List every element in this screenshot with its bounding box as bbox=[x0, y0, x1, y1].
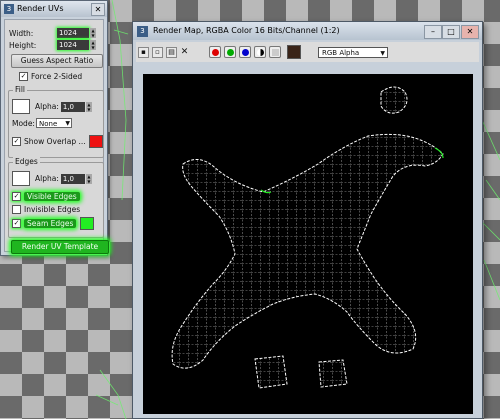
app-icon: 3 bbox=[137, 26, 148, 37]
force-two-sided-label: Force 2-Sided bbox=[31, 72, 83, 81]
edges-color-swatch[interactable] bbox=[12, 171, 30, 186]
fill-alpha-spinner[interactable]: ▲ ▼ bbox=[85, 101, 92, 112]
green-channel-icon bbox=[226, 48, 234, 56]
show-overlap-row: ✓ Show Overlap ... bbox=[12, 135, 103, 148]
mode-row: Mode: None ▼ bbox=[12, 118, 72, 128]
guess-aspect-ratio-button[interactable]: Guess Aspect Ratio bbox=[11, 54, 103, 68]
fill-alpha-label: Alpha: bbox=[35, 102, 59, 111]
seam-edges-checkbox[interactable]: ✓ bbox=[12, 219, 21, 228]
force-two-sided-row: ✓ Force 2-Sided bbox=[19, 72, 82, 81]
visible-edges-label: Visible Edges bbox=[24, 192, 80, 201]
render-map-titlebar[interactable]: 3 Render Map, RGBA Color 16 Bits/Channel… bbox=[133, 22, 482, 40]
minimize-icon[interactable]: – bbox=[424, 25, 442, 39]
width-row: Width: 1024 ▲ ▼ bbox=[9, 28, 96, 38]
height-input[interactable]: 1024 bbox=[57, 40, 89, 50]
uv-wireframe bbox=[171, 86, 444, 389]
edges-group-title: Edges bbox=[13, 157, 40, 166]
mode-select-value: None bbox=[39, 120, 58, 128]
show-overlap-checkbox[interactable]: ✓ bbox=[12, 137, 21, 146]
fill-alpha-input[interactable]: 1,0 bbox=[60, 101, 85, 112]
edges-alpha-label: Alpha: bbox=[35, 174, 59, 183]
fill-alpha-row: Alpha: 1,0 ▲ ▼ bbox=[12, 99, 92, 114]
fill-color-swatch[interactable] bbox=[12, 99, 30, 114]
invisible-edges-checkbox[interactable] bbox=[12, 205, 21, 214]
render-uvs-titlebar[interactable]: 3 Render UVs ✕ bbox=[1, 1, 107, 17]
render-uvs-panel: 3 Render UVs ✕ Width: 1024 ▲ ▼ Height: 10… bbox=[0, 0, 109, 256]
render-map-window: 3 Render Map, RGBA Color 16 Bits/Channel… bbox=[132, 21, 483, 419]
render-map-toolbar: ▪ ▫ ▤ ✕ RGB Alpha ▼ bbox=[136, 42, 479, 62]
uv-shell-hoof-right bbox=[318, 359, 348, 388]
red-channel-button[interactable] bbox=[209, 46, 221, 58]
height-spinner[interactable]: ▲ ▼ bbox=[90, 40, 96, 50]
green-channel-button[interactable] bbox=[224, 46, 236, 58]
print-icon[interactable]: ▤ bbox=[166, 46, 177, 58]
invisible-edges-row: Invisible Edges bbox=[12, 205, 80, 214]
render-uv-template-button[interactable]: Render UV Template bbox=[11, 240, 109, 254]
visible-edges-checkbox[interactable]: ✓ bbox=[12, 192, 21, 201]
seam-color-swatch[interactable] bbox=[80, 217, 95, 230]
width-label: Width: bbox=[9, 28, 34, 38]
alpha-channel-button[interactable] bbox=[254, 46, 266, 58]
app-icon: 3 bbox=[4, 4, 14, 14]
force-two-sided-checkbox[interactable]: ✓ bbox=[19, 72, 28, 81]
render-uvs-title: Render UVs bbox=[17, 4, 64, 13]
close-icon[interactable]: ✕ bbox=[91, 3, 105, 16]
fill-group: Fill Alpha: 1,0 ▲ ▼ Mode: None ▼ ✓ Show O… bbox=[8, 85, 104, 158]
chevron-down-icon: ▼ bbox=[65, 120, 70, 127]
height-row: Height: 1024 ▲ ▼ bbox=[9, 40, 96, 50]
blue-channel-button[interactable] bbox=[239, 46, 251, 58]
red-channel-icon bbox=[211, 48, 219, 56]
uv-shell-ear bbox=[380, 86, 408, 114]
uv-shell-hoof-left bbox=[254, 355, 288, 389]
edges-alpha-spinner[interactable]: ▲ ▼ bbox=[85, 173, 92, 184]
width-input[interactable]: 1024 bbox=[57, 28, 89, 38]
fill-group-title: Fill bbox=[13, 85, 28, 94]
chevron-down-icon: ▼ bbox=[380, 49, 385, 57]
edges-alpha-input[interactable]: 1,0 bbox=[60, 173, 85, 184]
channel-display-value: RGB Alpha bbox=[322, 48, 360, 57]
seam-edges-row: ✓ Seam Edges bbox=[12, 217, 95, 230]
visible-edges-row: ✓ Visible Edges bbox=[12, 192, 80, 201]
maximize-icon[interactable]: □ bbox=[442, 25, 460, 39]
color-swatch[interactable] bbox=[287, 45, 301, 59]
invisible-edges-label: Invisible Edges bbox=[24, 205, 81, 214]
uv-shell-body bbox=[171, 133, 444, 369]
mono-channel-button[interactable] bbox=[269, 46, 281, 58]
channel-display-select[interactable]: RGB Alpha ▼ bbox=[318, 46, 388, 58]
blue-channel-icon bbox=[241, 48, 249, 56]
width-spinner[interactable]: ▲ ▼ bbox=[90, 28, 96, 38]
height-label: Height: bbox=[9, 40, 37, 50]
save-icon[interactable]: ▪ bbox=[138, 46, 149, 58]
render-map-title: Render Map, RGBA Color 16 Bits/Channel (… bbox=[153, 26, 340, 35]
uv-render-canvas bbox=[143, 74, 473, 414]
overlap-color-swatch[interactable] bbox=[88, 135, 103, 148]
clear-icon[interactable]: ✕ bbox=[180, 47, 189, 57]
seam-edges-label: Seam Edges bbox=[24, 219, 77, 228]
copy-icon[interactable]: ▫ bbox=[152, 46, 163, 58]
mode-label: Mode: bbox=[12, 118, 35, 128]
alpha-channel-icon bbox=[256, 48, 264, 56]
mono-channel-icon bbox=[271, 48, 279, 56]
mode-select[interactable]: None ▼ bbox=[36, 118, 72, 128]
edges-group: Edges Alpha: 1,0 ▲ ▼ ✓ Visible Edges Invi… bbox=[8, 157, 104, 238]
edges-alpha-row: Alpha: 1,0 ▲ ▼ bbox=[12, 171, 92, 186]
show-overlap-label: Show Overlap ... bbox=[24, 137, 86, 146]
render-uvs-body: Width: 1024 ▲ ▼ Height: 1024 ▲ ▼ Guess Asp… bbox=[4, 19, 109, 254]
close-icon[interactable]: ✕ bbox=[461, 25, 479, 39]
